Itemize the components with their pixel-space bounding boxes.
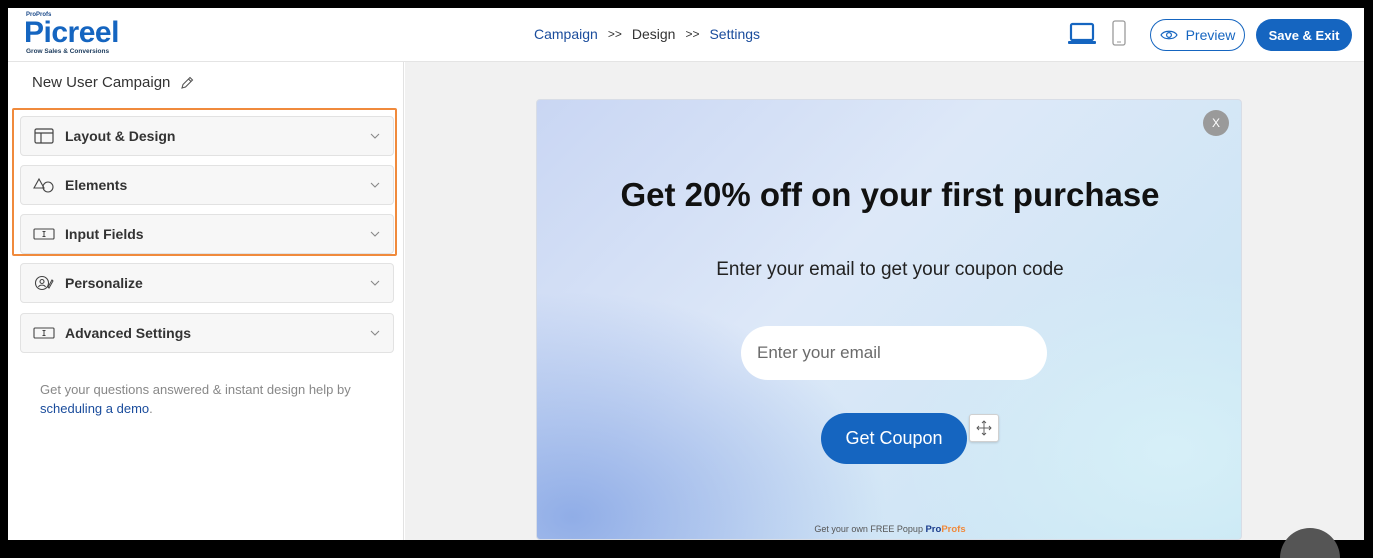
save-exit-button[interactable]: Save & Exit: [1256, 19, 1352, 51]
accordion-layout-design[interactable]: Layout & Design: [20, 116, 394, 156]
sidebar: New User Campaign Layout & Design Elemen…: [8, 62, 404, 540]
layout-icon: [33, 128, 55, 144]
input-field-icon: [33, 226, 55, 242]
powered-text: Get your own FREE Popup: [814, 524, 923, 534]
top-header: ProProfs Picreel Grow Sales & Conversion…: [8, 8, 1364, 62]
preview-button[interactable]: Preview: [1150, 19, 1245, 51]
breadcrumb-campaign[interactable]: Campaign: [534, 26, 598, 42]
schedule-demo-link[interactable]: scheduling a demo: [40, 401, 149, 416]
chevron-down-icon: [370, 231, 380, 237]
proprofs-logo-a: Pro: [925, 524, 942, 535]
breadcrumb-separator: >>: [685, 27, 700, 41]
close-icon[interactable]: X: [1203, 110, 1229, 136]
help-text-end: .: [149, 401, 153, 416]
accordion-advanced-settings[interactable]: Advanced Settings: [20, 313, 394, 353]
accordion-label: Personalize: [65, 275, 143, 291]
preview-button-label: Preview: [1185, 27, 1236, 43]
breadcrumb-settings[interactable]: Settings: [709, 26, 760, 42]
accordion-elements[interactable]: Elements: [20, 165, 394, 205]
design-canvas: X Get 20% off on your first purchase Ent…: [405, 62, 1364, 540]
popup-title[interactable]: Get 20% off on your first purchase: [537, 176, 1241, 214]
picreel-logo[interactable]: ProProfs Picreel Grow Sales & Conversion…: [22, 10, 142, 60]
chevron-down-icon: [370, 280, 380, 286]
accordion-input-fields[interactable]: Input Fields: [20, 214, 394, 254]
help-text: Get your questions answered & instant de…: [40, 380, 370, 418]
get-coupon-button[interactable]: Get Coupon: [821, 413, 967, 464]
breadcrumb-separator: >>: [607, 27, 622, 41]
logo-name: Picreel: [24, 16, 119, 49]
app-window: ProProfs Picreel Grow Sales & Conversion…: [8, 8, 1364, 540]
help-text-body: Get your questions answered & instant de…: [40, 382, 351, 397]
personalize-icon: [33, 275, 55, 291]
proprofs-logo[interactable]: ProProfs: [925, 524, 965, 535]
eye-icon: [1159, 30, 1178, 40]
breadcrumb: Campaign >> Design >> Settings: [534, 26, 760, 42]
chevron-down-icon: [370, 133, 380, 139]
logo-tagline: Grow Sales & Conversions: [26, 48, 110, 55]
powered-by: Get your own FREE Popup ProProfs: [537, 524, 1241, 535]
accordion-label: Elements: [65, 177, 128, 193]
popup-preview[interactable]: X Get 20% off on your first purchase Ent…: [536, 99, 1242, 540]
accordion-label: Input Fields: [65, 226, 144, 242]
breadcrumb-design[interactable]: Design: [632, 26, 676, 42]
pencil-icon[interactable]: [180, 76, 194, 90]
input-field-icon: [33, 325, 55, 341]
phone-icon[interactable]: [1112, 20, 1126, 46]
accordion-label: Advanced Settings: [65, 325, 192, 341]
move-icon[interactable]: [969, 414, 999, 442]
proprofs-logo-b: Profs: [941, 524, 966, 535]
laptop-icon[interactable]: [1068, 22, 1096, 46]
chevron-down-icon: [370, 182, 380, 188]
popup-subtitle[interactable]: Enter your email to get your coupon code: [537, 259, 1241, 281]
email-field[interactable]: [741, 326, 1047, 380]
accordion-label: Layout & Design: [65, 128, 176, 144]
campaign-name: New User Campaign: [32, 74, 194, 91]
chevron-down-icon: [370, 330, 380, 336]
accordion-personalize[interactable]: Personalize: [20, 263, 394, 303]
campaign-name-text: New User Campaign: [32, 74, 171, 91]
shapes-icon: [33, 177, 55, 193]
